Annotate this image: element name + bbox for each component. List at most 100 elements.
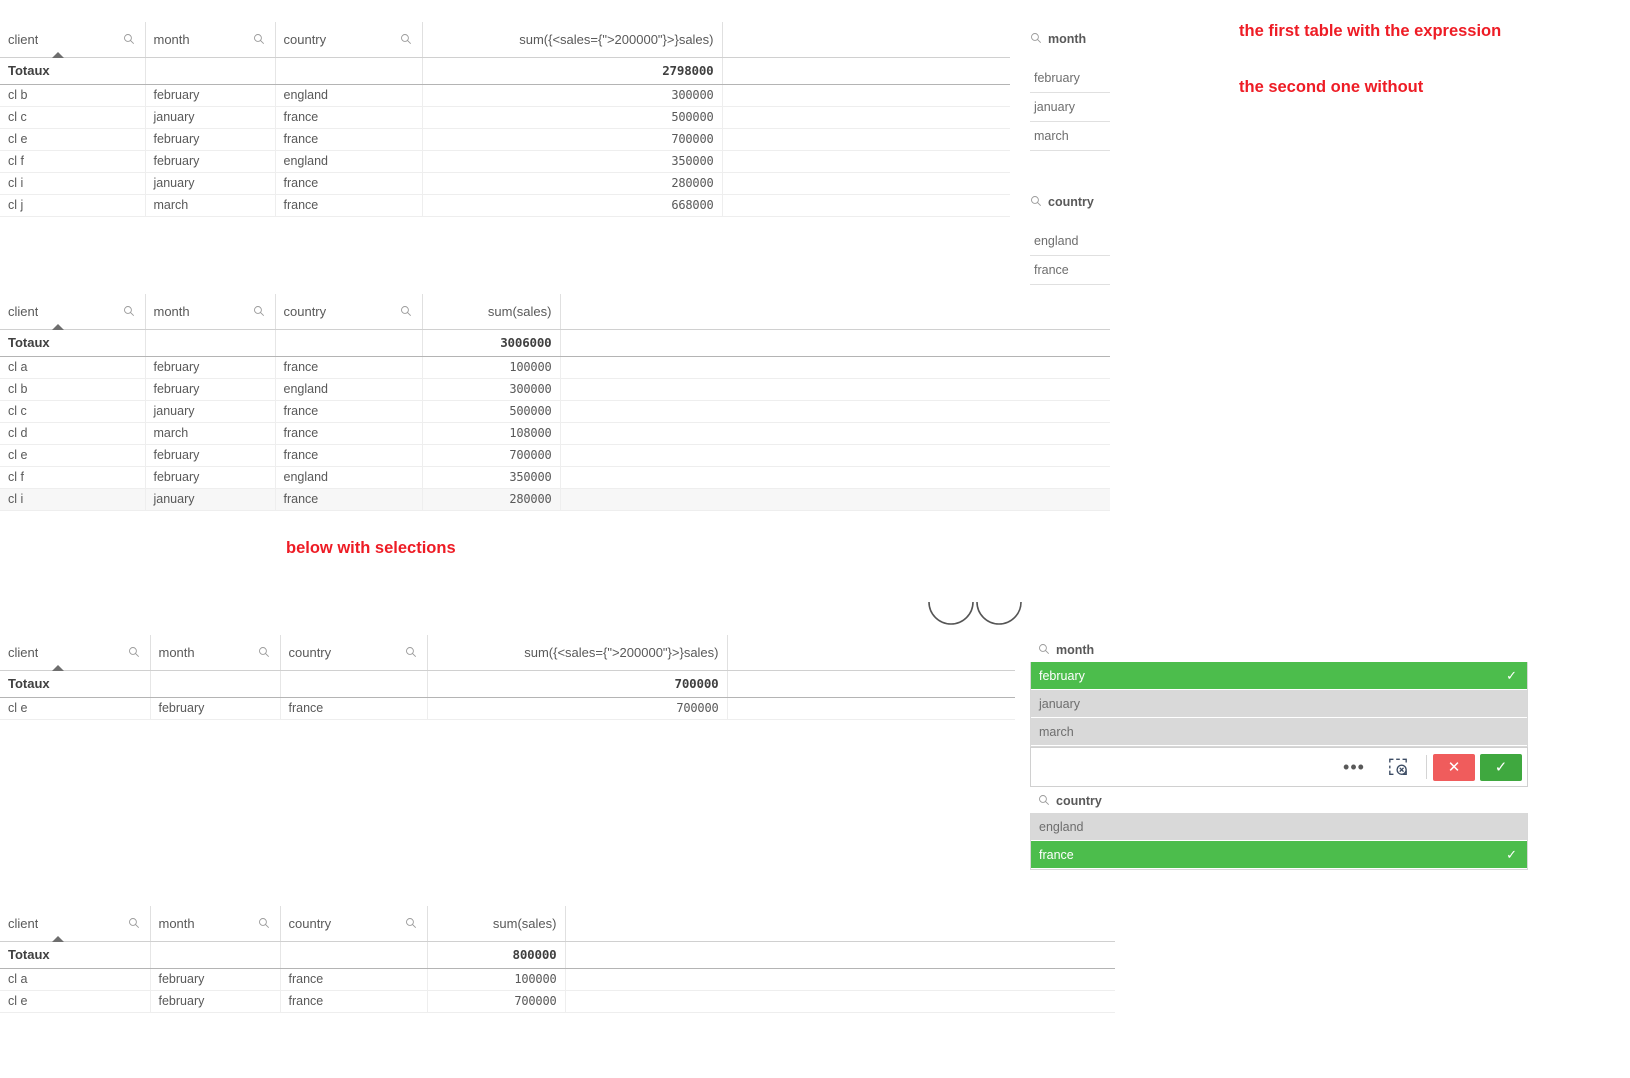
search-icon[interactable] — [1038, 794, 1050, 809]
column-header-client[interactable]: client — [0, 906, 151, 942]
cell-client[interactable]: cl d — [0, 426, 145, 440]
cell-country[interactable]: france — [276, 404, 422, 418]
cell-month[interactable]: january — [146, 404, 275, 418]
column-header-country[interactable]: country — [280, 635, 428, 671]
table-row[interactable]: cl b february england 300000 — [0, 84, 1010, 107]
cell-month[interactable]: march — [146, 198, 275, 212]
search-icon[interactable] — [251, 31, 267, 47]
cell-country[interactable]: france — [276, 176, 422, 190]
cell-month[interactable]: january — [146, 176, 275, 190]
search-icon[interactable] — [121, 303, 137, 319]
selection-item-selected[interactable]: france ✓ — [1031, 841, 1527, 869]
table-row[interactable]: cl f february england 350000 — [0, 466, 1110, 489]
selection-item-excluded[interactable]: january — [1031, 690, 1527, 718]
cell-country[interactable]: france — [281, 701, 427, 715]
cell-country[interactable]: france — [276, 360, 422, 374]
cell-country[interactable]: france — [281, 994, 427, 1008]
search-icon[interactable] — [1030, 32, 1042, 47]
cell-country[interactable]: france — [276, 426, 422, 440]
table-row[interactable]: cl e february france 700000 — [0, 444, 1110, 467]
cell-client[interactable]: cl b — [0, 88, 145, 102]
data-table-set-expression-top[interactable]: client month country sum({<sales={">2000… — [0, 22, 1010, 217]
data-table-set-expression-selected[interactable]: client month country sum({<sales={">2000… — [0, 635, 1015, 720]
column-header-country[interactable]: country — [280, 906, 428, 942]
search-icon[interactable] — [126, 915, 142, 931]
column-header-country[interactable]: country — [275, 294, 423, 330]
search-icon[interactable] — [1038, 643, 1050, 658]
clear-selection-icon[interactable] — [1376, 748, 1420, 786]
search-icon[interactable] — [126, 644, 142, 660]
search-icon[interactable] — [121, 31, 137, 47]
table-row[interactable]: cl d march france 108000 — [0, 422, 1110, 445]
cell-client[interactable]: cl e — [0, 448, 145, 462]
table-row[interactable]: cl c january france 500000 — [0, 106, 1010, 129]
cell-month[interactable]: february — [151, 972, 280, 986]
cell-country[interactable]: france — [276, 110, 422, 124]
table-row[interactable]: cl e february france 700000 — [0, 128, 1010, 151]
cell-month[interactable]: february — [146, 382, 275, 396]
data-table-plain-sum-selected[interactable]: client month country sum(sales) Totaux 8… — [0, 906, 1115, 1013]
cell-month[interactable]: february — [146, 154, 275, 168]
cell-client[interactable]: cl a — [0, 360, 145, 374]
search-icon[interactable] — [256, 915, 272, 931]
cell-client[interactable]: cl f — [0, 470, 145, 484]
table-row[interactable]: cl i january france 280000 — [0, 488, 1110, 511]
cell-month[interactable]: january — [146, 492, 275, 506]
cell-country[interactable]: france — [276, 448, 422, 462]
cell-client[interactable]: cl a — [0, 972, 150, 986]
cell-country[interactable]: england — [276, 382, 422, 396]
more-options-icon[interactable]: ••• — [1332, 748, 1376, 786]
column-header-month[interactable]: month — [145, 22, 276, 58]
filter-pane-month[interactable]: month february january march — [1030, 26, 1110, 151]
table-row[interactable]: cl a february france 100000 — [0, 356, 1110, 379]
cell-month[interactable]: march — [146, 426, 275, 440]
column-header-client[interactable]: client — [0, 22, 146, 58]
cell-country[interactable]: france — [281, 972, 427, 986]
search-icon[interactable] — [403, 644, 419, 660]
cell-client[interactable]: cl f — [0, 154, 145, 168]
column-header-client[interactable]: client — [0, 635, 151, 671]
cell-month[interactable]: february — [146, 448, 275, 462]
cell-month[interactable]: february — [146, 360, 275, 374]
cell-client[interactable]: cl e — [0, 701, 150, 715]
search-icon[interactable] — [398, 303, 414, 319]
column-header-country[interactable]: country — [275, 22, 423, 58]
list-item[interactable]: january — [1030, 93, 1110, 122]
cell-month[interactable]: february — [146, 88, 275, 102]
column-header-month[interactable]: month — [150, 635, 281, 671]
cancel-selection-button[interactable]: ✕ — [1433, 753, 1475, 781]
table-row[interactable]: cl e february france 700000 — [0, 697, 1015, 720]
data-table-plain-sum-top[interactable]: client month country sum(sales) Totaux 3… — [0, 294, 1110, 511]
list-item[interactable]: march — [1030, 122, 1110, 151]
list-item[interactable]: england — [1030, 227, 1110, 256]
table-row[interactable]: cl i january france 280000 — [0, 172, 1010, 195]
search-icon[interactable] — [256, 644, 272, 660]
cell-client[interactable]: cl e — [0, 994, 150, 1008]
list-item[interactable]: france — [1030, 256, 1110, 285]
selection-item-excluded[interactable]: england — [1031, 813, 1527, 841]
cell-client[interactable]: cl i — [0, 492, 145, 506]
table-row[interactable]: cl c january france 500000 — [0, 400, 1110, 423]
cell-month[interactable]: february — [151, 701, 280, 715]
cell-client[interactable]: cl i — [0, 176, 145, 190]
cell-client[interactable]: cl e — [0, 132, 145, 146]
column-header-measure[interactable]: sum({<sales={">200000"}>}sales) — [422, 22, 723, 58]
column-header-measure[interactable]: sum(sales) — [427, 906, 566, 942]
selection-item-selected[interactable]: february ✓ — [1031, 662, 1527, 690]
search-icon[interactable] — [398, 31, 414, 47]
table-row[interactable]: cl j march france 668000 — [0, 194, 1010, 217]
cell-country[interactable]: england — [276, 88, 422, 102]
column-header-measure[interactable]: sum({<sales={">200000"}>}sales) — [427, 635, 728, 671]
cell-country[interactable]: france — [276, 198, 422, 212]
table-row[interactable]: cl b february england 300000 — [0, 378, 1110, 401]
list-item[interactable]: february — [1030, 64, 1110, 93]
cell-month[interactable]: february — [146, 132, 275, 146]
table-row[interactable]: cl e february france 700000 — [0, 990, 1115, 1013]
search-icon[interactable] — [403, 915, 419, 931]
cell-country[interactable]: england — [276, 470, 422, 484]
selection-item-excluded[interactable]: march — [1031, 718, 1527, 746]
filter-pane-country[interactable]: country england france — [1030, 189, 1110, 285]
column-header-measure[interactable]: sum(sales) — [422, 294, 561, 330]
table-row[interactable]: cl f february england 350000 — [0, 150, 1010, 173]
cell-client[interactable]: cl j — [0, 198, 145, 212]
